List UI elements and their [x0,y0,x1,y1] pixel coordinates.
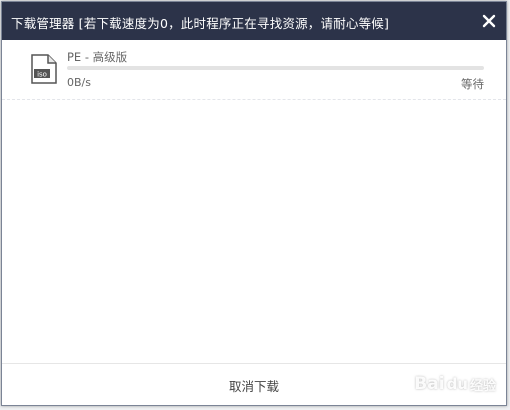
progress-bar [67,66,484,70]
watermark-suffix: 经验 [469,378,496,394]
title-bar[interactable]: 下载管理器 [若下载速度为0，此时程序正在寻找资源，请耐心等候] [2,2,506,40]
download-speed: 0B/s [67,76,91,89]
file-type-label: iso [37,70,47,78]
cancel-download-button[interactable]: 取消下载 [229,376,279,395]
download-manager-dialog: 下载管理器 [若下载速度为0，此时程序正在寻找资源，请耐心等候] iso PE … [1,1,507,406]
download-file-name: PE - 高级版 [67,50,128,64]
watermark-paw: du [446,375,468,393]
download-status: 等待 [461,77,484,91]
close-icon [482,14,496,28]
dialog-title: 下载管理器 [若下载速度为0，此时程序正在寻找资源，请耐心等候] [11,16,390,31]
iso-file-icon: iso [31,54,57,84]
close-button[interactable] [480,12,498,30]
watermark-brand: Bai [414,374,445,394]
baidu-jingyan-watermark: Bai du 经验 [414,374,496,394]
download-list-item[interactable]: iso PE - 高级版 0B/s 等待 [2,40,506,100]
